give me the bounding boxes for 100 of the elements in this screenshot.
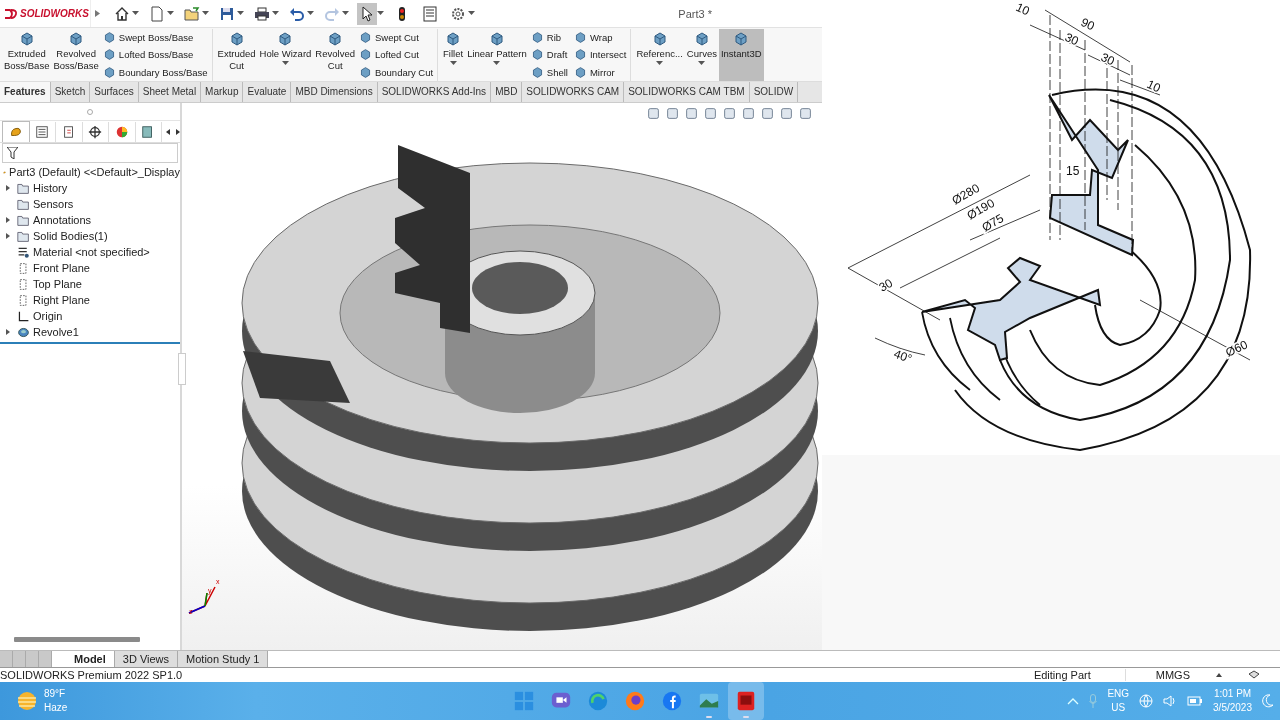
panel-collapse-handle[interactable] [178,353,186,385]
feature-icon [358,65,372,79]
ribbon-button[interactable]: Fillet [441,29,466,81]
command-tab[interactable]: Surfaces [90,82,139,102]
caret-icon[interactable] [449,61,457,66]
tree-item[interactable]: Revolve1 [33,326,79,338]
hazy-sun-icon[interactable] [16,691,38,711]
caret-icon[interactable] [656,61,664,66]
command-tab[interactable]: MBD Dimensions [291,82,378,102]
expand-arrow-icon[interactable] [6,217,10,223]
revolve-icon [17,325,30,339]
scroll-left-icon[interactable] [166,128,170,135]
ribbon-button[interactable]: Curves [684,29,719,81]
ribbon-button[interactable]: Instant3D [718,29,764,81]
dimension-label: 30 [1098,50,1117,69]
expand-arrow-icon[interactable] [6,185,10,191]
expand-arrow-icon[interactable] [6,329,10,335]
feature-icon [102,65,116,79]
command-tab[interactable]: MBD [491,82,523,102]
axis-triad-drawing[interactable] [188,586,216,614]
ribbon-button[interactable]: Shell [530,65,568,79]
tree-item[interactable]: History [33,182,68,194]
feature-icon [530,31,544,45]
ribbon-button[interactable]: Rib [530,31,568,45]
scrollbar[interactable] [14,637,140,642]
model-tab[interactable]: 3D Views [114,651,179,667]
tree-item[interactable]: Origin [33,310,63,322]
tree-item[interactable]: Sensors [33,198,74,210]
ribbon-button[interactable]: Draft [530,48,568,62]
caret-icon[interactable] [237,11,244,16]
expand-arrow-icon[interactable] [6,233,10,239]
model-tab[interactable]: Motion Study 1 [178,651,269,667]
command-tab[interactable]: Features [0,82,51,102]
tree-item[interactable]: Solid Bodies(1) [33,230,108,242]
caret-icon[interactable] [167,11,174,16]
command-tab[interactable]: Sketch [50,82,91,102]
plane-icon [17,293,30,307]
ribbon-button[interactable]: Revolved Cut [313,29,357,81]
feature-icon [68,31,85,47]
feature-icon [573,31,587,45]
caret-icon[interactable] [468,11,475,16]
feature-icon [530,48,544,62]
caret-icon[interactable] [493,61,501,66]
caret-icon[interactable] [342,11,349,16]
ribbon-button[interactable]: Revolved Boss/Base [51,29,101,81]
command-tab[interactable]: Sheet Metal [138,82,202,102]
tree-item[interactable]: Front Plane [33,262,90,274]
ribbon-button[interactable]: Extruded Boss/Base [2,29,52,81]
caret-icon[interactable] [272,11,279,16]
ribbon-button[interactable]: Mirror [573,65,627,79]
ribbon-button[interactable]: Intersect [573,48,627,62]
status-text: SOLIDWORKS Premium 2022 SP1.0 [0,669,183,681]
dimension-label: Ø60 [1223,337,1250,360]
tree-root[interactable]: Part3 (Default) <<Default>_Display [9,166,180,178]
ribbon-button[interactable]: Swept Cut [358,31,434,45]
chevron-right-icon[interactable] [95,10,100,17]
plane-icon [17,261,30,275]
command-tab[interactable]: SOLIDWORKS CAM [522,82,625,102]
ribbon-button[interactable]: Lofted Boss/Base [102,48,208,62]
tree-item[interactable]: Annotations [33,214,92,226]
annotation-folder-icon [17,213,30,227]
ribbon-button[interactable]: Referenc... [634,29,685,81]
caret-icon[interactable] [698,61,706,66]
globe-icon[interactable] [1139,694,1154,708]
tree-item[interactable]: Right Plane [33,294,90,306]
ribbon-button[interactable]: Linear Pattern [465,29,529,81]
ribbon-button[interactable]: Boundary Boss/Base [102,65,208,79]
filter-icon[interactable] [7,147,18,159]
feature-icon [651,31,668,47]
scroll-right-icon[interactable] [176,128,180,135]
solidworks-icon[interactable] [728,682,764,720]
battery-icon[interactable] [1187,696,1204,706]
ribbon-button[interactable]: Boundary Cut [358,65,434,79]
ribbon-button[interactable]: Wrap [573,31,627,45]
ribbon-button[interactable]: Hole Wizard [257,29,314,81]
command-tab[interactable]: SOLIDWORKS Add-Ins [377,82,492,102]
command-tab[interactable]: Evaluate [243,82,292,102]
units-selector[interactable]: MMGS [1155,669,1190,681]
speaker-icon[interactable] [1163,695,1178,707]
folder-icon [17,181,30,195]
rebuild-status-icon[interactable] [1248,670,1260,680]
command-tab[interactable]: SOLIDW [749,82,799,102]
tree-item[interactable]: Material <not specified> [33,246,150,258]
chevron-up-icon[interactable] [1067,697,1080,705]
arrow-cursor-icon[interactable] [357,2,377,25]
ribbon-button[interactable]: Swept Boss/Base [102,31,208,45]
caret-icon[interactable] [132,11,139,16]
ribbon-button[interactable]: Extruded Cut [215,29,258,81]
ribbon-button[interactable]: Lofted Cut [358,48,434,62]
tree-icon[interactable] [2,121,30,142]
feature-icon [445,31,462,47]
caret-icon[interactable] [377,11,384,16]
caret-icon[interactable] [202,11,209,16]
command-tab[interactable]: SOLIDWORKS CAM TBM [624,82,750,102]
feature-icon [733,31,750,47]
tree-item[interactable]: Top Plane [33,278,82,290]
caret-up-icon[interactable] [1216,673,1222,677]
caret-icon[interactable] [307,11,314,16]
command-tab[interactable]: Markup [201,82,244,102]
caret-icon[interactable] [282,61,289,66]
